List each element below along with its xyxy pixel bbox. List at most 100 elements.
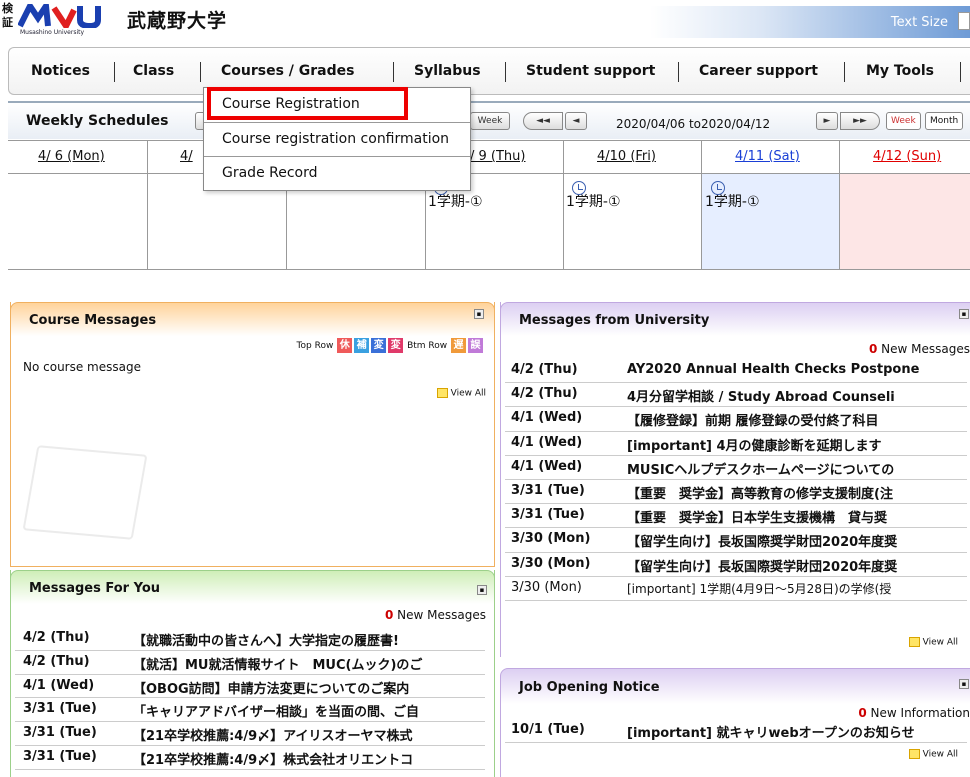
message-link[interactable]: 【留学生向け】長坂国際奨学財団2020年度奨 — [627, 556, 970, 575]
message-link[interactable]: 【重要 奨学金】日本学生支援機構 貸与奨 — [627, 507, 970, 526]
calendar-body: 1学期-① 1学期-① 1学期-① — [8, 174, 970, 270]
message-link[interactable]: 【21卒学校推薦:4/9〆】アイリスオーヤマ株式 — [133, 725, 489, 744]
next-double-button[interactable]: ►► — [840, 112, 880, 130]
message-link[interactable]: MUSICヘルプデスクホームページについての — [627, 459, 970, 478]
message-link[interactable]: 【就活】MU就活情報サイト MUC(ムック)のご — [133, 654, 489, 673]
message-date: 3/31 (Tue) — [23, 749, 97, 764]
message-link[interactable]: [important] 4月の健康診断を延期します — [627, 435, 970, 454]
collapse-icon[interactable]: ▪ — [959, 679, 969, 689]
column-divider — [147, 141, 148, 173]
message-link[interactable]: 「キャリアアドバイザー相談」を当面の間、ご自 — [133, 701, 489, 720]
tag-kyu: 休 — [337, 338, 353, 353]
message-date: 3/30 (Mon) — [511, 555, 591, 571]
text-size-label: Text Size — [890, 15, 948, 30]
row-divider — [15, 649, 485, 651]
message-date: 3/31 (Tue) — [23, 701, 97, 717]
new-information-count: 0 New Information — [858, 706, 970, 720]
verification-mark: 検証 — [2, 2, 13, 29]
column-divider — [701, 174, 702, 269]
event-label: 1学期-① — [428, 194, 483, 210]
btm-row-label: Btm Row — [407, 341, 448, 351]
new-label: New Information — [870, 706, 970, 720]
message-date: 4/1 (Wed) — [23, 677, 95, 693]
row-divider — [15, 697, 485, 699]
row-divider — [505, 575, 967, 577]
new-count: 0 — [868, 342, 878, 356]
nav-notices[interactable]: Notices — [31, 63, 90, 79]
menu-grade-record[interactable]: Grade Record — [222, 165, 318, 181]
view-all-link[interactable]: View All — [908, 749, 958, 760]
message-date: 3/30 (Mon) — [511, 531, 591, 547]
row-divider — [15, 745, 485, 746]
view-all-link[interactable]: View All — [908, 637, 958, 648]
schedule-event-fri[interactable]: 1学期-① — [566, 181, 621, 210]
university-name: 武蔵野大学 — [127, 10, 228, 32]
view-all-link[interactable]: View All — [436, 388, 486, 399]
text-size-button[interactable] — [958, 12, 970, 30]
message-date: 3/31 (Tue) — [23, 725, 97, 741]
tag-hen: 変 — [371, 338, 387, 353]
day-tue[interactable]: 4/ — [180, 149, 193, 164]
message-link[interactable]: 【就職活動中の皆さんへ】大学指定の履歴書! — [133, 630, 489, 649]
message-link[interactable]: AY2020 Annual Health Checks Postpone — [627, 362, 970, 377]
day-thu[interactable]: / 9 (Thu) — [470, 149, 525, 164]
day-fri[interactable]: 4/10 (Fri) — [597, 149, 656, 164]
message-link[interactable]: 【留学生向け】長坂国際奨学財団2020年度奨 — [627, 531, 970, 550]
message-link[interactable]: 【重要 奨学金】高等教育の修学支援制度(注 — [627, 483, 970, 502]
message-date: 3/31 (Tue) — [511, 507, 585, 523]
message-date: 3/31 (Tue) — [511, 483, 585, 498]
sunday-cell — [839, 174, 970, 269]
new-messages-count: 0 New Messages — [385, 608, 486, 622]
prev-button[interactable]: ◄ — [565, 112, 587, 130]
nav-divider — [393, 62, 394, 82]
messages-for-you-panel: 0 New Messages 4/2 (Thu) 【就職活動中の皆さんへ】大学指定… — [10, 570, 495, 777]
schedule-event-sat[interactable]: 1学期-① — [705, 181, 760, 210]
view-all-label: View All — [922, 749, 958, 760]
nav-divider — [200, 62, 201, 82]
week-view-button[interactable]: Week — [886, 112, 921, 130]
message-link[interactable]: 4月分留学相談 / Study Abroad Counseli — [627, 386, 970, 405]
day-sun[interactable]: 4/12 (Sun) — [873, 149, 941, 164]
job-opening-panel: 0 New Information 10/1 (Tue) [important] … — [500, 704, 970, 777]
view-all-label: View All — [450, 388, 486, 399]
month-view-button[interactable]: Month — [925, 112, 964, 130]
row-divider — [505, 430, 967, 432]
column-divider — [839, 141, 840, 173]
highlight-box — [207, 87, 408, 120]
new-label: New Messages — [397, 608, 486, 622]
nav-student-support[interactable]: Student support — [526, 63, 655, 79]
clock-icon — [711, 181, 725, 195]
message-link[interactable]: 【OBOG訪問】申請方法変更についてのご案内 — [133, 678, 489, 697]
message-link[interactable]: [important] 就キャリwebオープンのお知らせ — [627, 722, 970, 741]
row-divider — [505, 742, 967, 743]
message-link[interactable]: 【21卒学校推薦:4/9〆】株式会社オリエントコ — [133, 749, 489, 768]
day-mon[interactable]: 4/ 6 (Mon) — [38, 149, 105, 164]
prev-double-button[interactable]: ◄◄ — [523, 112, 563, 130]
next-button[interactable]: ► — [816, 112, 838, 130]
menu-course-registration-confirmation[interactable]: Course registration confirmation — [222, 131, 449, 147]
nav-my-tools[interactable]: My Tools — [866, 63, 934, 79]
university-logo-icon[interactable] — [18, 4, 118, 28]
arrow-icon — [436, 388, 448, 398]
column-divider — [839, 174, 840, 269]
calendar-header: 4/ 6 (Mon) 4/ / 9 (Thu) 4/10 (Fri) 4/11 … — [8, 140, 970, 174]
nav-class[interactable]: Class — [133, 63, 174, 79]
week-button[interactable]: Week — [470, 112, 510, 130]
job-opening-header: Job Opening Notice ▪ — [500, 668, 970, 704]
nav-courses-grades[interactable]: Courses / Grades — [221, 63, 354, 79]
message-date: 4/2 (Thu) — [511, 386, 578, 402]
event-label: 1学期-① — [705, 194, 760, 210]
nav-divider — [844, 62, 845, 82]
message-link[interactable]: 【履修登録】前期 履修登録の受付終了科目 — [627, 410, 970, 429]
row-divider — [15, 721, 485, 723]
nav-career-support[interactable]: Career support — [699, 63, 818, 79]
new-count: 0 — [384, 608, 394, 622]
message-link[interactable]: [important] 1学期(4月9日～5月28日)の学修(授 — [627, 580, 970, 597]
menu-divider — [204, 122, 470, 123]
job-opening-title: Job Opening Notice — [519, 680, 660, 695]
message-date: 4/1 (Wed) — [511, 410, 583, 426]
row-legend: Top Row 休補変変 Btm Row 遅誤 — [297, 338, 484, 353]
tag-chi: 遅 — [451, 338, 466, 353]
day-sat[interactable]: 4/11 (Sat) — [735, 149, 800, 164]
nav-syllabus[interactable]: Syllabus — [414, 63, 481, 79]
